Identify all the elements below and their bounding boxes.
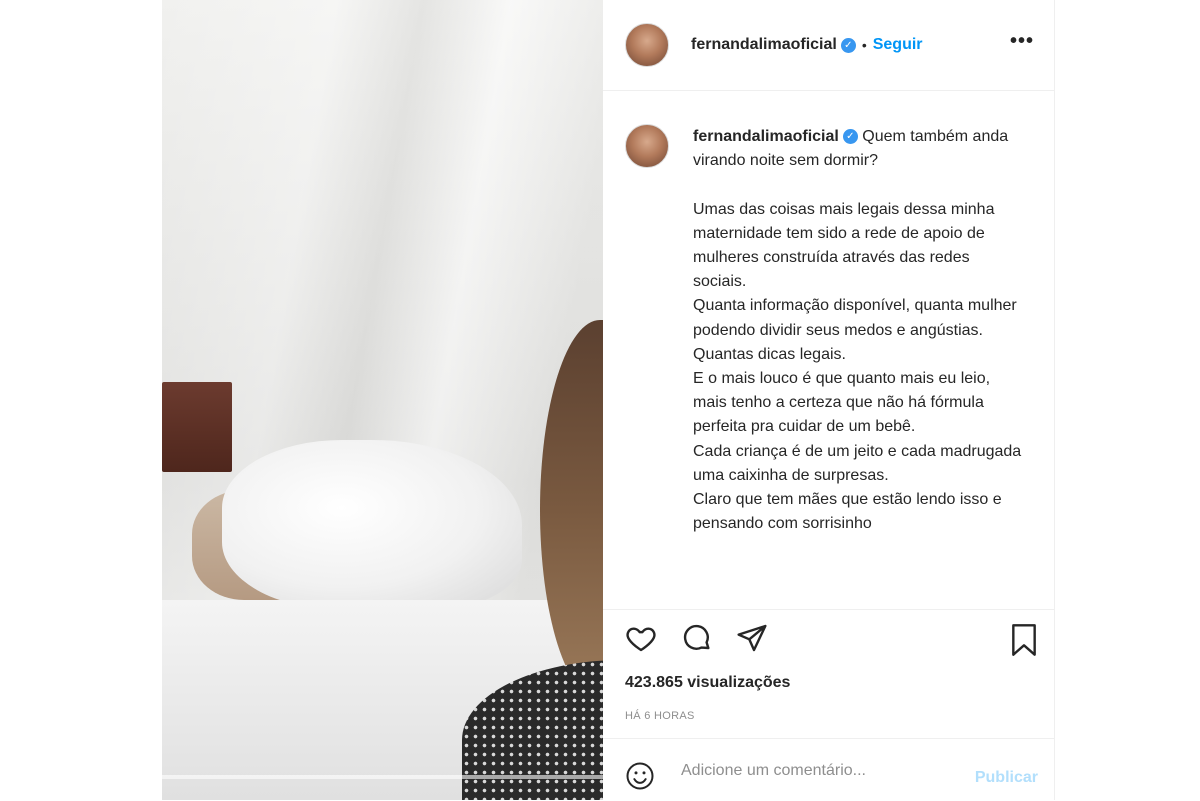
post-timestamp[interactable]: HÁ 6 HORAS — [625, 710, 695, 722]
emoji-icon[interactable] — [625, 761, 655, 796]
verified-badge-icon: ✓ — [842, 129, 858, 145]
post-header: fernandalimaoficial ✓ • Seguir ••• — [603, 0, 1054, 91]
comment-icon[interactable] — [681, 622, 713, 659]
comment-bar: Publicar — [603, 738, 1054, 801]
video-progress-bar[interactable] — [162, 775, 603, 779]
comment-input[interactable] — [679, 758, 953, 784]
video-frame-pillow — [222, 440, 522, 610]
avatar[interactable] — [625, 124, 669, 168]
header-username[interactable]: fernandalimaoficial — [691, 36, 837, 54]
share-icon[interactable] — [736, 622, 768, 659]
more-options-icon[interactable]: ••• — [1010, 30, 1034, 53]
post-actions — [603, 622, 1054, 666]
post-side-panel: fernandalimaoficial ✓ • Seguir ••• ferna… — [603, 0, 1055, 800]
verified-badge-icon: ✓ — [840, 37, 856, 53]
post-video[interactable] — [162, 0, 603, 800]
caption-username[interactable]: fernandalimaoficial — [693, 128, 839, 145]
header-user-row: fernandalimaoficial ✓ • Seguir — [691, 36, 923, 54]
bookmark-icon[interactable] — [1008, 622, 1040, 663]
avatar[interactable] — [625, 23, 669, 67]
post-caption: fernandalimaoficial ✓ Quem também anda vi… — [603, 91, 1054, 610]
follow-button[interactable]: Seguir — [873, 36, 923, 54]
heart-icon[interactable] — [625, 622, 657, 659]
views-count[interactable]: 423.865 visualizações — [625, 674, 790, 692]
video-frame-headboard — [162, 382, 232, 472]
caption-text-block: fernandalimaoficial ✓ Quem também anda vi… — [693, 125, 1023, 536]
publish-button[interactable]: Publicar — [975, 769, 1038, 787]
separator-dot: • — [861, 37, 867, 53]
caption-text: Quem também anda virando noite sem dormi… — [693, 128, 1022, 533]
